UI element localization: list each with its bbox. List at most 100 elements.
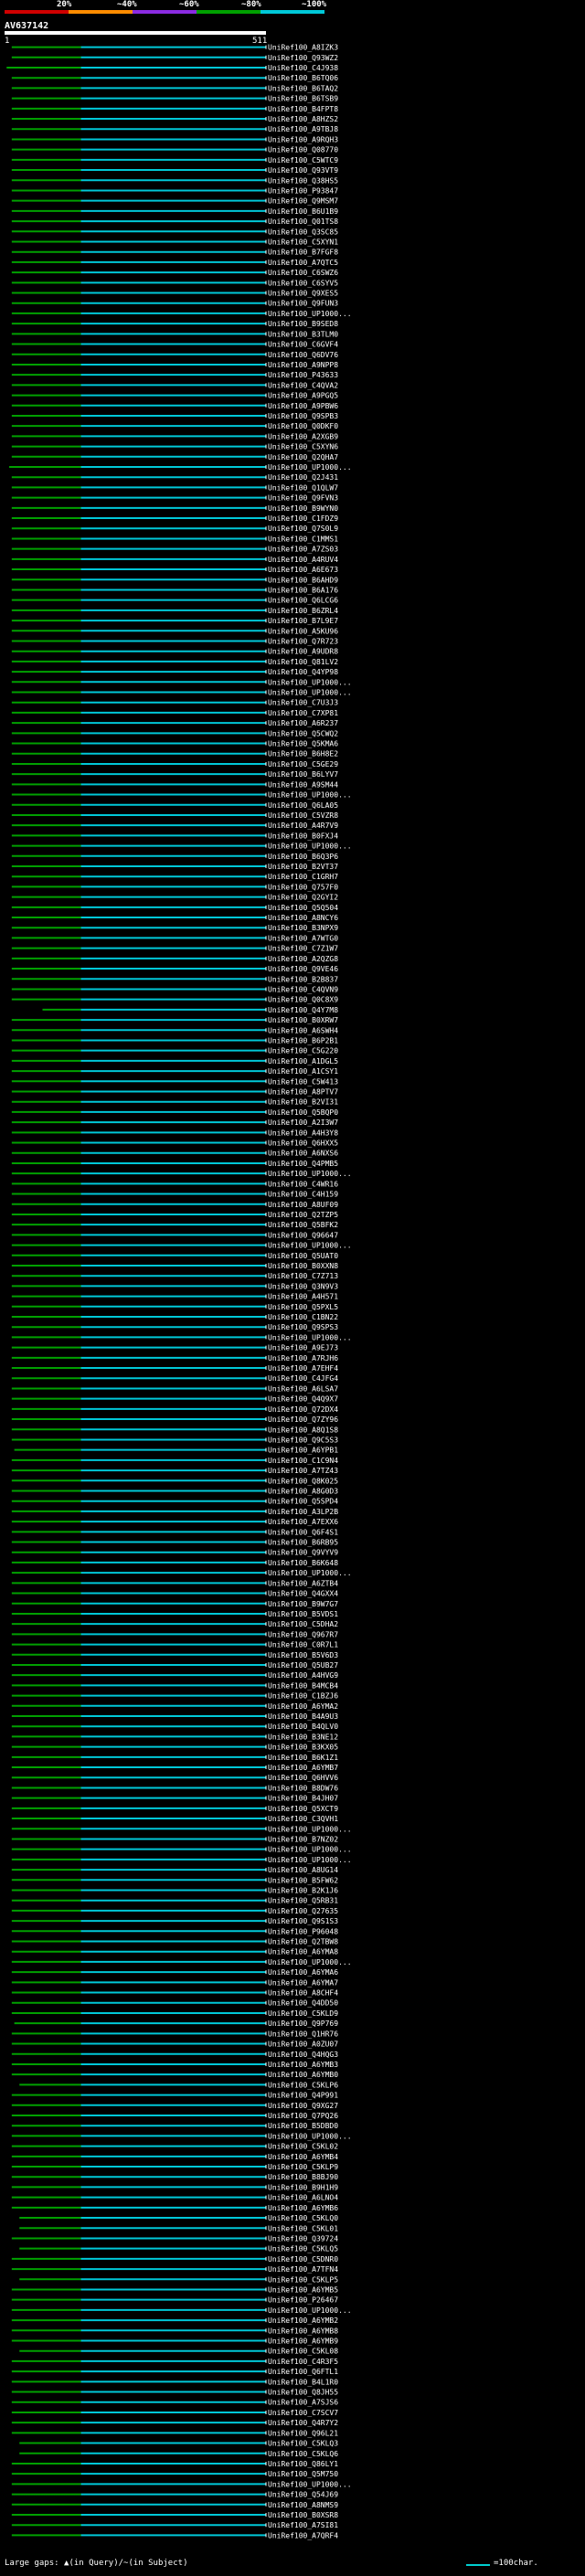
hit-label[interactable]: UniRef100_Q9MSM7	[268, 197, 338, 206]
hit-label[interactable]: UniRef100_A6YMB0	[268, 2071, 338, 2079]
hit-label[interactable]: UniRef100_Q8K025	[268, 1477, 338, 1485]
hit-label[interactable]: UniRef100_P43633	[268, 371, 338, 379]
hit-label[interactable]: UniRef100_UP1000...	[268, 1825, 352, 1833]
hit-label[interactable]: UniRef100_A7EXX6	[268, 1518, 338, 1526]
hit-label[interactable]: UniRef100_Q96647	[268, 1231, 338, 1239]
hit-label[interactable]: UniRef100_B0XXN8	[268, 1262, 338, 1270]
hit-label[interactable]: UniRef100_UP1000...	[268, 678, 352, 686]
hit-label[interactable]: UniRef100_Q5BFK2	[268, 1221, 338, 1229]
hit-label[interactable]: UniRef100_A6SWH4	[268, 1026, 338, 1034]
hit-label[interactable]: UniRef100_C5VZR8	[268, 811, 338, 820]
hit-label[interactable]: UniRef100_A6LNO4	[268, 2194, 338, 2202]
hit-label[interactable]: UniRef100_UP1000...	[268, 463, 352, 472]
hit-label[interactable]: UniRef100_B6H8E2	[268, 750, 338, 758]
hit-label[interactable]: UniRef100_C5XYN6	[268, 443, 338, 451]
hit-label[interactable]: UniRef100_A2XGB9	[268, 432, 338, 440]
hit-label[interactable]: UniRef100_B2VT37	[268, 863, 338, 871]
hit-label[interactable]: UniRef100_C5WTC9	[268, 156, 338, 164]
hit-label[interactable]: UniRef100_C1FDZ9	[268, 514, 338, 523]
hit-label[interactable]: UniRef100_A7EHF4	[268, 1364, 338, 1373]
hit-label[interactable]: UniRef100_B4L1R0	[268, 2378, 338, 2386]
hit-label[interactable]: UniRef100_A6YMB5	[268, 2285, 338, 2294]
hit-label[interactable]: UniRef100_Q9FUN3	[268, 300, 338, 308]
hit-label[interactable]: UniRef100_A1CSY1	[268, 1067, 338, 1076]
hit-label[interactable]: UniRef100_UP1000...	[268, 1170, 352, 1178]
hit-label[interactable]: UniRef100_C1MMS1	[268, 535, 338, 543]
hit-label[interactable]: UniRef100_Q4PMB5	[268, 1160, 338, 1168]
hit-label[interactable]: UniRef100_A7SJS6	[268, 2399, 338, 2407]
hit-label[interactable]: UniRef100_A0ZU07	[268, 2041, 338, 2049]
hit-label[interactable]: UniRef100_Q2J431	[268, 473, 338, 482]
hit-label[interactable]: UniRef100_A8G0D3	[268, 1487, 338, 1495]
hit-label[interactable]: UniRef100_C7Z713	[268, 1272, 338, 1280]
hit-label[interactable]: UniRef100_A2I3W7	[268, 1118, 338, 1127]
hit-label[interactable]: UniRef100_B6P2B1	[268, 1036, 338, 1044]
hit-label[interactable]: UniRef100_A1DGL5	[268, 1057, 338, 1065]
hit-label[interactable]: UniRef100_B4FPT8	[268, 105, 338, 113]
hit-label[interactable]: UniRef100_Q5UAT0	[268, 1252, 338, 1260]
hit-label[interactable]: UniRef100_B3KX05	[268, 1744, 338, 1752]
hit-label[interactable]: UniRef100_A6YPB1	[268, 1447, 338, 1455]
hit-label[interactable]: UniRef100_A8PTV7	[268, 1088, 338, 1097]
hit-label[interactable]: UniRef100_A8NMS9	[268, 2501, 338, 2509]
hit-label[interactable]: UniRef100_B2VI31	[268, 1098, 338, 1107]
hit-label[interactable]: UniRef100_Q9S1S3	[268, 1917, 338, 1925]
hit-label[interactable]: UniRef100_Q5RB31	[268, 1897, 338, 1905]
hit-label[interactable]: UniRef100_B3NE12	[268, 1733, 338, 1741]
hit-label[interactable]: UniRef100_Q8JH55	[268, 2389, 338, 2397]
hit-label[interactable]: UniRef100_C5KL02	[268, 2143, 338, 2151]
hit-label[interactable]: UniRef100_A9UDR8	[268, 648, 338, 656]
hit-label[interactable]: UniRef100_Q1QLW7	[268, 483, 338, 492]
hit-label[interactable]: UniRef100_Q757F0	[268, 883, 338, 891]
hit-label[interactable]: UniRef100_A7QTC5	[268, 259, 338, 267]
hit-label[interactable]: UniRef100_Q9XG27	[268, 2102, 338, 2110]
hit-label[interactable]: UniRef100_UP1000...	[268, 1958, 352, 1966]
hit-label[interactable]: UniRef100_A8UG14	[268, 1866, 338, 1874]
hit-label[interactable]: UniRef100_B4JH07	[268, 1795, 338, 1803]
hit-label[interactable]: UniRef100_C1BN22	[268, 1313, 338, 1321]
hit-label[interactable]: UniRef100_A7TFN4	[268, 2265, 338, 2274]
hit-label[interactable]: UniRef100_P93847	[268, 186, 338, 195]
hit-label[interactable]: UniRef100_C5GE29	[268, 760, 338, 769]
hit-label[interactable]: UniRef100_Q93WZ2	[268, 54, 338, 62]
hit-label[interactable]: UniRef100_A7ZS03	[268, 546, 338, 554]
hit-label[interactable]: UniRef100_Q6LCG6	[268, 597, 338, 605]
hit-label[interactable]: UniRef100_A9TBJ8	[268, 125, 338, 133]
hit-label[interactable]: UniRef100_C4JFG4	[268, 1374, 338, 1383]
hit-label[interactable]: UniRef100_A6YMB2	[268, 2316, 338, 2325]
hit-label[interactable]: UniRef100_C5KL08	[268, 2348, 338, 2356]
hit-label[interactable]: UniRef100_B0XRW7	[268, 1016, 338, 1024]
hit-label[interactable]: UniRef100_Q2GYI2	[268, 894, 338, 902]
hit-label[interactable]: UniRef100_Q9P769	[268, 2019, 338, 2028]
hit-label[interactable]: UniRef100_Q4HQG3	[268, 2051, 338, 2059]
hit-label[interactable]: UniRef100_C5XYN1	[268, 238, 338, 246]
hit-label[interactable]: UniRef100_Q5BQP0	[268, 1108, 338, 1117]
hit-label[interactable]: UniRef100_Q72DX4	[268, 1405, 338, 1414]
hit-label[interactable]: UniRef100_C4QVA2	[268, 381, 338, 389]
hit-label[interactable]: UniRef100_UP1000...	[268, 1569, 352, 1577]
hit-label[interactable]: UniRef100_C5W413	[268, 1077, 338, 1086]
hit-label[interactable]: UniRef100_UP1000...	[268, 2480, 352, 2488]
hit-label[interactable]: UniRef100_Q81LV2	[268, 658, 338, 666]
hit-label[interactable]: UniRef100_Q9SPS3	[268, 1323, 338, 1331]
hit-label[interactable]: UniRef100_UP1000...	[268, 1333, 352, 1341]
hit-label[interactable]: UniRef100_Q86LY1	[268, 2460, 338, 2468]
hit-label[interactable]: UniRef100_UP1000...	[268, 843, 352, 851]
hit-label[interactable]: UniRef100_Q39724	[268, 2234, 338, 2242]
hit-label[interactable]: UniRef100_Q9XES5	[268, 290, 338, 298]
hit-label[interactable]: UniRef100_B9SED8	[268, 320, 338, 328]
hit-label[interactable]: UniRef100_Q54J69	[268, 2491, 338, 2499]
hit-label[interactable]: UniRef100_B5V6D3	[268, 1651, 338, 1659]
hit-label[interactable]: UniRef100_Q7R723	[268, 637, 338, 645]
hit-label[interactable]: UniRef100_C4QVN9	[268, 985, 338, 993]
hit-label[interactable]: UniRef100_B6RB95	[268, 1539, 338, 1547]
hit-label[interactable]: UniRef100_UP1000...	[268, 2132, 352, 2140]
hit-label[interactable]: UniRef100_A5KU96	[268, 627, 338, 635]
hit-label[interactable]: UniRef100_B6TAQ2	[268, 84, 338, 92]
hit-label[interactable]: UniRef100_Q5UB27	[268, 1661, 338, 1670]
hit-label[interactable]: UniRef100_UP1000...	[268, 1856, 352, 1864]
hit-label[interactable]: UniRef100_A6YMA7	[268, 1978, 338, 1987]
hit-label[interactable]: UniRef100_B8BJ90	[268, 2173, 338, 2181]
hit-label[interactable]: UniRef100_Q9VE46	[268, 965, 338, 973]
hit-label[interactable]: UniRef100_C5KL01	[268, 2224, 338, 2232]
